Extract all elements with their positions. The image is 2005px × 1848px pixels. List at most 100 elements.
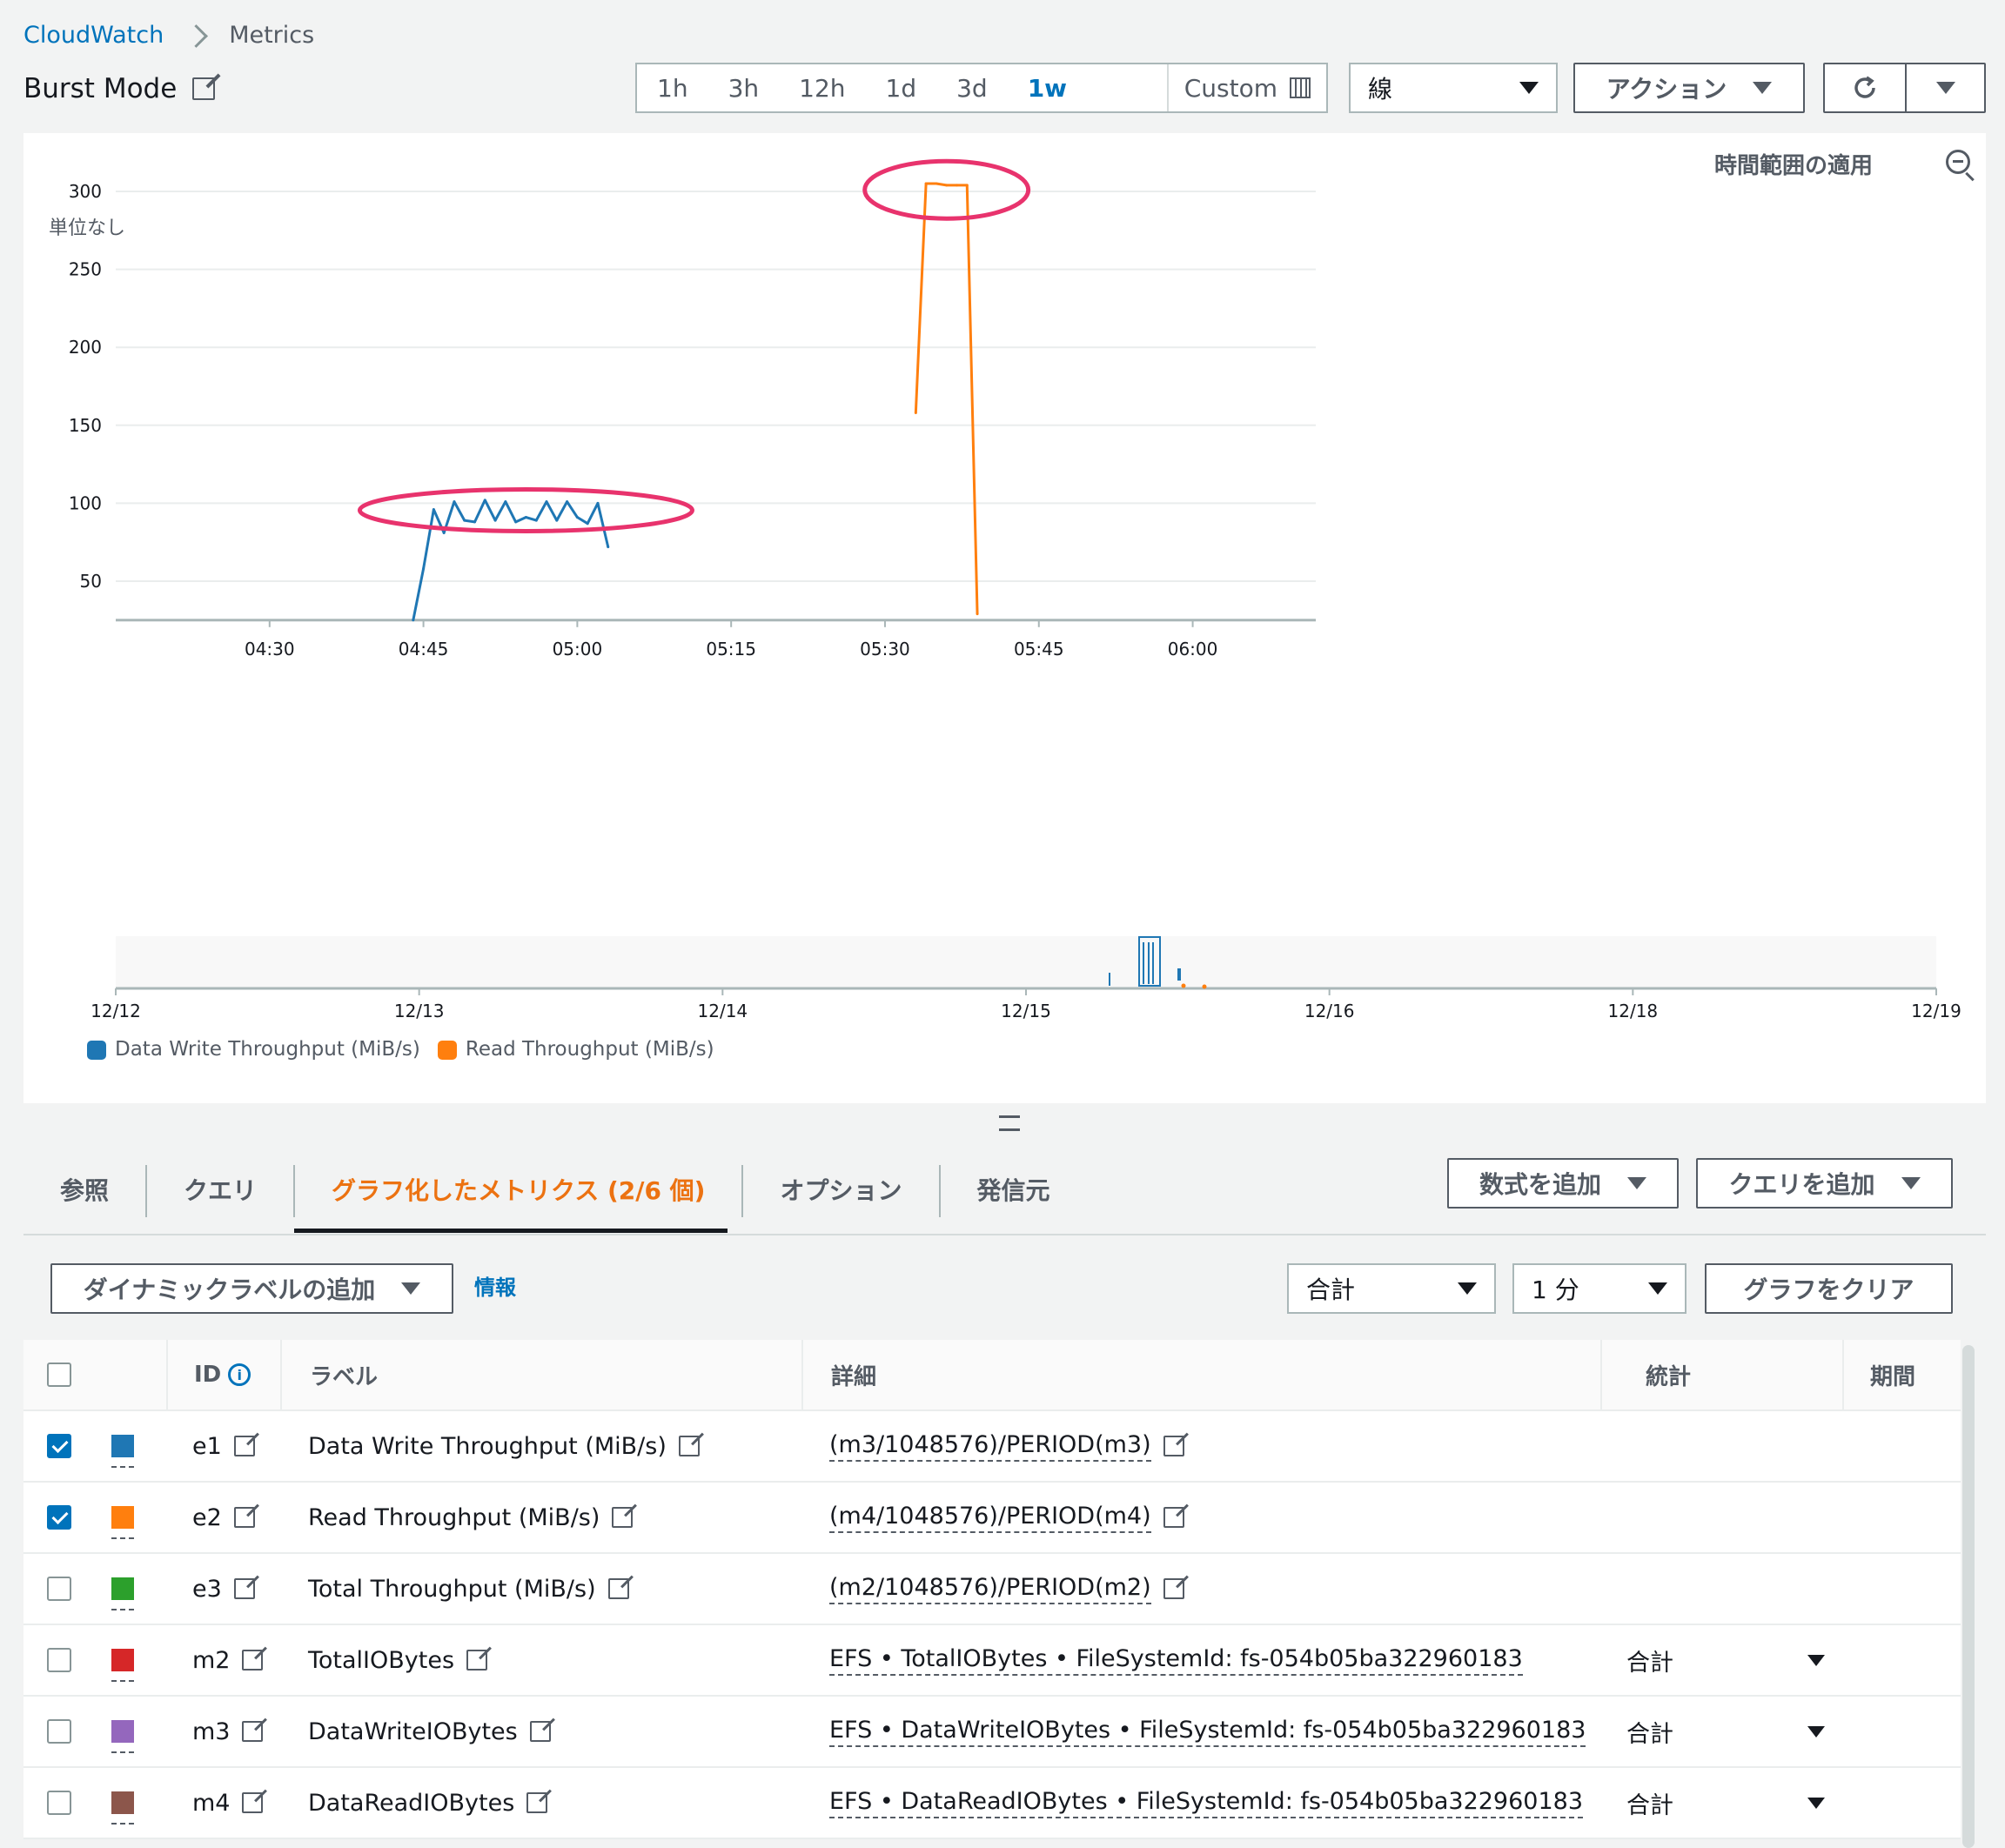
edit-expression-icon[interactable]	[1163, 1507, 1184, 1528]
edit-id-icon[interactable]	[242, 1721, 264, 1742]
tab-options[interactable]: オプション	[743, 1165, 941, 1217]
legend-item-read[interactable]: Read Throughput (MiB/s)	[437, 1038, 714, 1061]
edit-id-icon[interactable]	[233, 1578, 255, 1599]
active-tab-indicator	[294, 1229, 728, 1233]
table-row: m4 DataReadIOBytes EFS • DataReadIOBytes •…	[23, 1768, 1961, 1839]
id-header-label: ID	[194, 1362, 222, 1388]
caret-down-icon	[1627, 1177, 1646, 1189]
row-stat-cell[interactable]: 合計	[1600, 1644, 1842, 1677]
row-checkbox[interactable]	[47, 1434, 71, 1458]
edit-label-icon[interactable]	[466, 1650, 488, 1671]
refresh-options-button[interactable]	[1905, 63, 1986, 113]
breadcrumb-cloudwatch-link[interactable]: CloudWatch	[23, 19, 164, 52]
row-stat-cell[interactable]: 合計	[1600, 1786, 1842, 1820]
edit-title-icon[interactable]	[192, 77, 216, 100]
row-details[interactable]: (m4/1048576)/PERIOD(m4)	[829, 1503, 1151, 1533]
row-id-cell: m4	[166, 1790, 280, 1817]
refresh-button[interactable]	[1823, 63, 1907, 113]
y-tick-label: 100	[69, 492, 102, 513]
overview-background	[116, 936, 1936, 988]
row-color-swatch[interactable]	[111, 1649, 134, 1682]
dynamic-label-button[interactable]: ダイナミックラベルの追加	[50, 1263, 453, 1314]
stat-select[interactable]: 合計	[1287, 1263, 1496, 1314]
edit-label-icon[interactable]	[678, 1436, 700, 1456]
table-scrollbar[interactable]	[1962, 1345, 1975, 1848]
refresh-icon	[1854, 76, 1875, 98]
add-query-button[interactable]: クエリを追加	[1696, 1158, 1953, 1209]
clear-graph-button[interactable]: グラフをクリア	[1705, 1263, 1953, 1314]
time-range-3d[interactable]: 3d	[936, 74, 1008, 103]
row-id-cell: e3	[166, 1576, 280, 1603]
metrics-chart[interactable]: 50 100 150 200 250 300 04:30 04:45 05:00 05:15 05:…	[23, 133, 1986, 1038]
custom-range-button[interactable]: Custom	[1166, 64, 1326, 111]
edit-id-icon[interactable]	[242, 1792, 264, 1813]
row-stat-cell[interactable]: 合計	[1600, 1715, 1842, 1749]
tab-query[interactable]: クエリ	[147, 1165, 296, 1217]
edit-expression-icon[interactable]	[1163, 1578, 1184, 1599]
legend-item-write[interactable]: Data Write Throughput (MiB/s)	[87, 1038, 420, 1061]
overview-tick-label: 12/18	[1608, 1001, 1659, 1021]
row-checkbox[interactable]	[47, 1719, 71, 1744]
highlight-ellipse-write	[357, 486, 694, 533]
metrics-tabs: 参照 クエリ グラフ化したメトリクス (2/6 個) オプション 発信元	[23, 1148, 1087, 1234]
row-color-swatch[interactable]	[111, 1791, 134, 1825]
page-title-row: Burst Mode	[23, 70, 216, 108]
actions-button[interactable]: アクション	[1573, 63, 1805, 113]
row-checkbox[interactable]	[47, 1791, 71, 1815]
caret-down-icon	[1901, 1177, 1921, 1189]
stat-select-value: 合計	[1306, 1276, 1356, 1304]
row-color-swatch[interactable]	[111, 1506, 134, 1539]
add-math-button[interactable]: 数式を追加	[1447, 1158, 1679, 1209]
edit-label-icon[interactable]	[526, 1792, 548, 1813]
data-point	[955, 184, 958, 187]
chart-legend: Data Write Throughput (MiB/s) Read Throu…	[87, 1038, 714, 1061]
edit-label-icon[interactable]	[529, 1721, 551, 1742]
row-details[interactable]: (m2/1048576)/PERIOD(m2)	[829, 1574, 1151, 1604]
row-details[interactable]: EFS • DataReadIOBytes • FileSystemId: fs…	[829, 1788, 1584, 1818]
edit-label-icon[interactable]	[607, 1578, 629, 1599]
overview-mark	[1181, 983, 1186, 988]
row-checkbox[interactable]	[47, 1577, 71, 1601]
data-point	[924, 182, 928, 185]
edit-label-icon[interactable]	[612, 1507, 634, 1528]
tab-browse[interactable]: 参照	[23, 1165, 148, 1217]
data-point	[607, 546, 610, 549]
row-color-swatch[interactable]	[111, 1435, 134, 1468]
select-all-checkbox[interactable]	[47, 1363, 71, 1387]
info-icon[interactable]: i	[228, 1363, 251, 1386]
legend-swatch-read	[437, 1040, 457, 1060]
edit-id-icon[interactable]	[242, 1650, 264, 1671]
row-details[interactable]: EFS • DataWriteIOBytes • FileSystemId: f…	[829, 1717, 1586, 1747]
time-range-1h[interactable]: 1h	[637, 74, 708, 103]
legend-swatch-write	[87, 1040, 106, 1060]
time-range-3h[interactable]: 3h	[708, 74, 780, 103]
edit-id-icon[interactable]	[233, 1436, 255, 1456]
time-range-12h[interactable]: 12h	[779, 74, 865, 103]
data-point	[483, 499, 486, 502]
row-color-swatch[interactable]	[111, 1720, 134, 1753]
row-color-swatch[interactable]	[111, 1577, 134, 1610]
table-row: m3 DataWriteIOBytes EFS • DataWriteIOBytes…	[23, 1697, 1961, 1768]
period-select[interactable]: 1 分	[1512, 1263, 1686, 1314]
tab-source[interactable]: 発信元	[941, 1165, 1087, 1217]
resize-handle[interactable]	[999, 1115, 1020, 1131]
row-details[interactable]: EFS • TotalIOBytes • FileSystemId: fs-05…	[829, 1645, 1523, 1676]
row-label: Total Throughput (MiB/s)	[308, 1575, 596, 1603]
tab-graphed-metrics[interactable]: グラフ化したメトリクス (2/6 個)	[295, 1165, 744, 1217]
time-range-selector: 1h 3h 12h 1d 3d 1w Custom	[635, 63, 1328, 113]
row-details[interactable]: (m3/1048576)/PERIOD(m3)	[829, 1431, 1151, 1462]
calendar-icon	[1290, 77, 1311, 98]
edit-id-icon[interactable]	[233, 1507, 255, 1528]
row-id: e1	[192, 1432, 222, 1460]
row-checkbox[interactable]	[47, 1648, 71, 1672]
details-header: 詳細	[801, 1340, 1600, 1409]
row-checkbox[interactable]	[47, 1505, 71, 1530]
info-link[interactable]: 情報	[474, 1270, 516, 1301]
row-color-cell	[79, 1791, 166, 1825]
chart-type-select[interactable]: 線	[1349, 63, 1558, 113]
row-id: e3	[192, 1575, 222, 1603]
edit-expression-icon[interactable]	[1163, 1436, 1184, 1456]
data-point	[514, 520, 518, 524]
time-range-1w[interactable]: 1w	[1008, 74, 1087, 103]
time-range-1d[interactable]: 1d	[866, 74, 937, 103]
